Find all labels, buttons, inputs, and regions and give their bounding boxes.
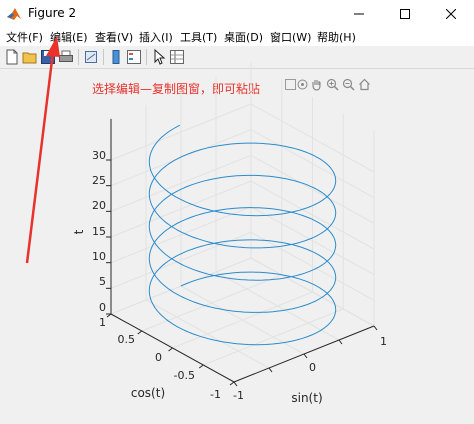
axis-edge	[168, 347, 173, 352]
y-tick-label: 0	[155, 351, 162, 364]
z-axis-label: t	[72, 229, 86, 234]
y-tick-label: -0.5	[174, 369, 195, 382]
axis-edge	[198, 364, 204, 369]
axis-edge	[229, 381, 235, 386]
grid-line	[172, 291, 313, 349]
x-tick-label: 1	[380, 335, 387, 348]
axes-grid	[110, 62, 375, 383]
z-tick-label: 30	[92, 149, 106, 162]
z-tick-label: 0	[99, 301, 106, 314]
y-tick-label: 0.5	[118, 333, 136, 346]
plot3-figure: 0 10 5 15 20 25 30 1 0.5 0 -0.5 -1 -1 0 …	[25, 36, 387, 405]
z-tick-label: 20	[92, 199, 106, 212]
axis-edge	[137, 330, 143, 335]
axis-edge	[268, 367, 273, 373]
axis-edge	[233, 381, 238, 387]
grid-line	[141, 274, 282, 332]
x-tick-label: -1	[233, 389, 244, 402]
y-tick-label: 1	[99, 316, 106, 329]
y-tick-label: -1	[210, 388, 221, 401]
z-ticks: 0 10 5 15 20 25 30	[92, 149, 106, 314]
z-tick-label: 25	[92, 174, 106, 187]
x-tick-label: 0	[309, 361, 316, 374]
y-axis-label: cos(t)	[131, 386, 165, 400]
axis-edge	[303, 353, 308, 359]
axis-edge	[373, 325, 378, 331]
x-axis-label: sin(t)	[291, 391, 322, 405]
axis-edge	[338, 339, 343, 345]
grid-line	[203, 308, 344, 366]
annotation-arrow	[25, 36, 60, 264]
z-tick-label: 10	[92, 250, 106, 263]
z-tick-label: 15	[92, 225, 106, 238]
z-tick-label: 5	[99, 275, 106, 288]
